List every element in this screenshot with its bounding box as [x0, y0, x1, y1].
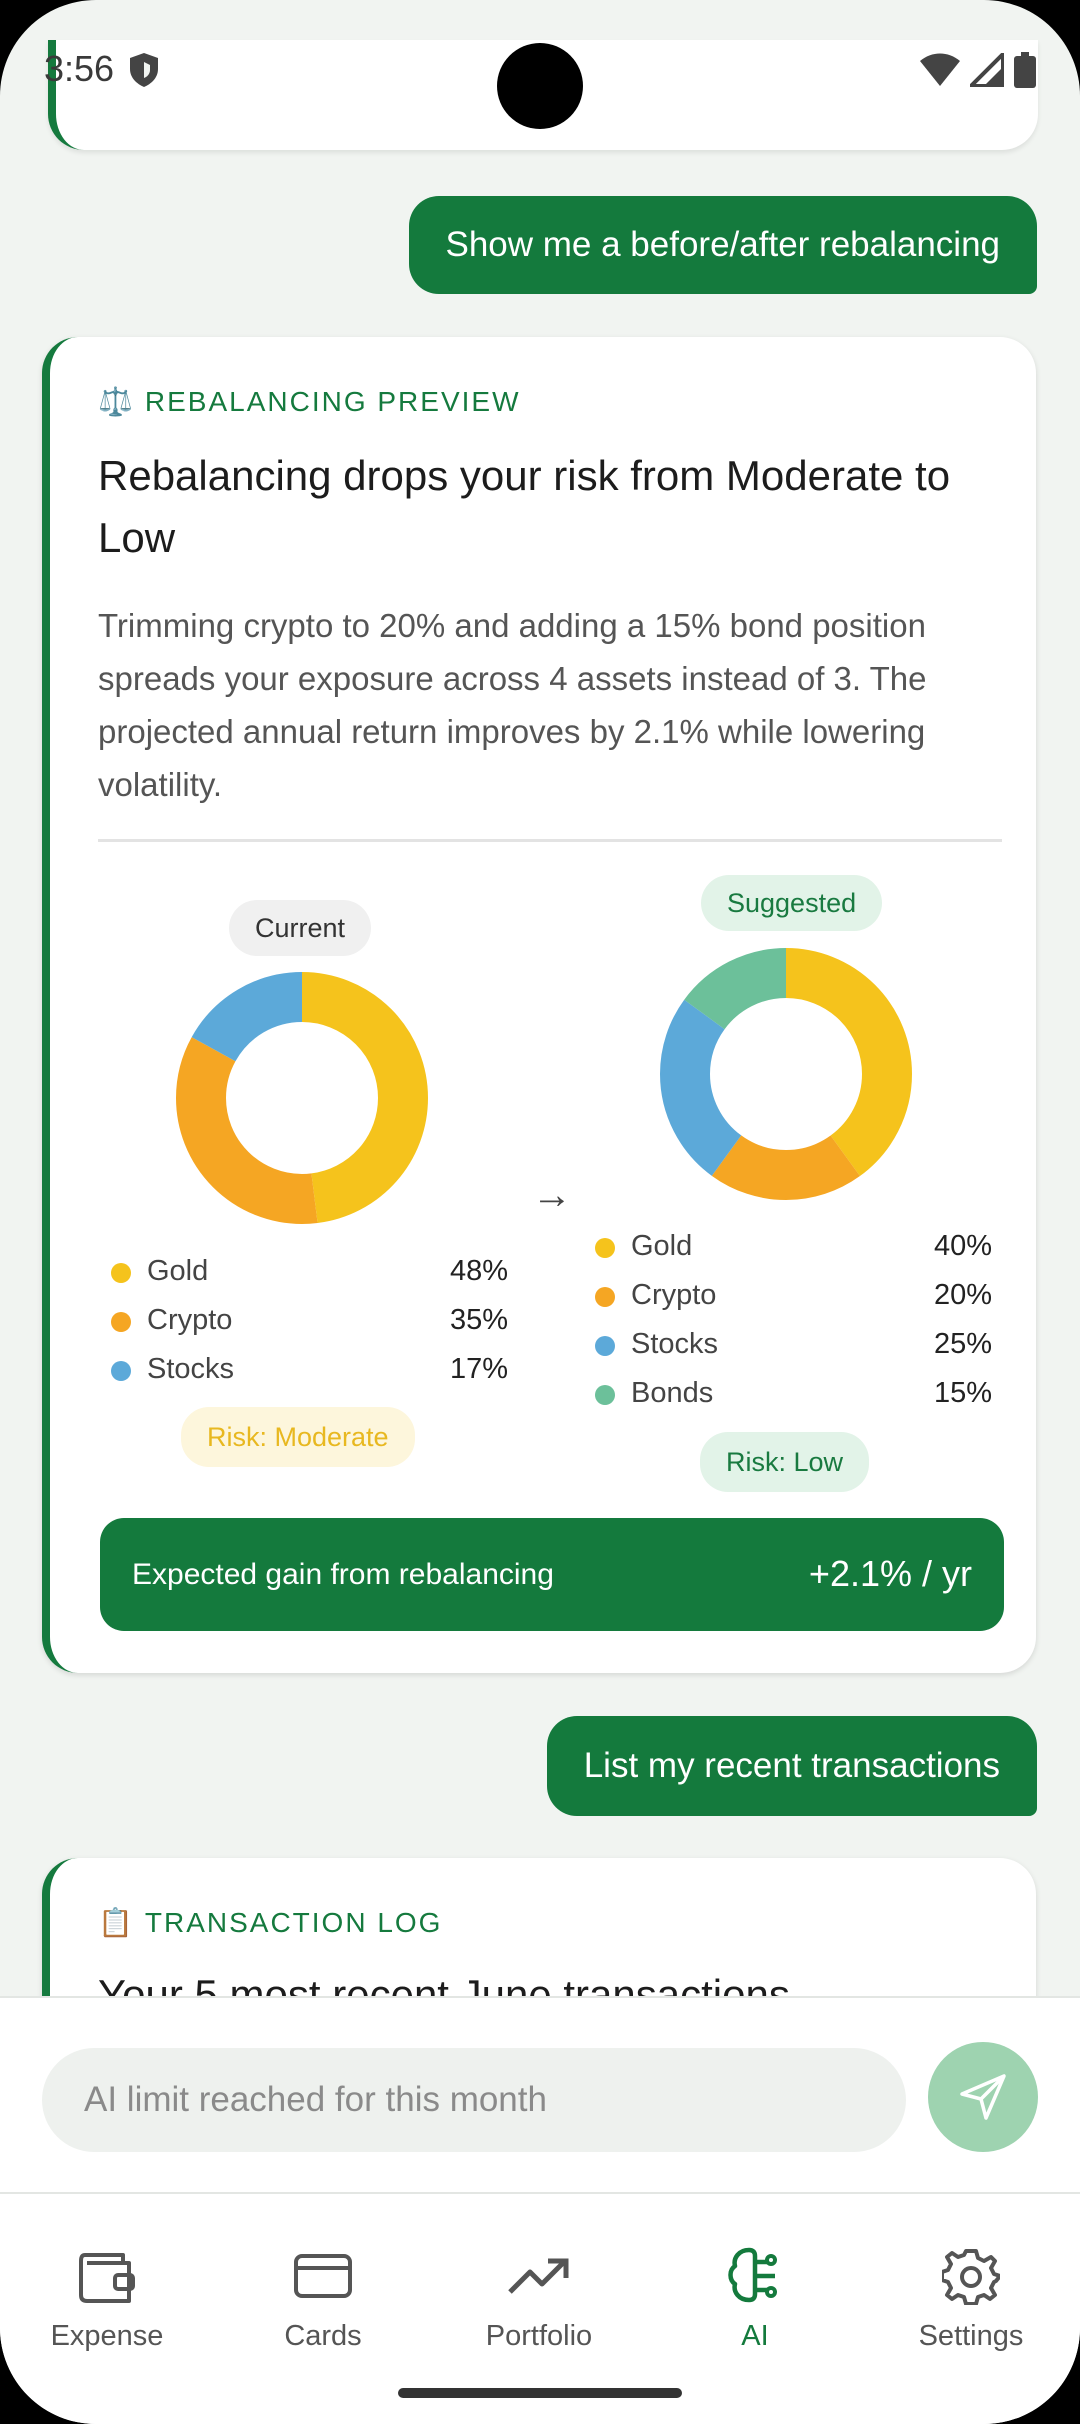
legend-value: 25% — [933, 1328, 992, 1360]
current-label: Current — [229, 900, 372, 956]
signal-icon — [970, 53, 1004, 87]
legend-value: 35% — [449, 1304, 508, 1336]
current-legend: Gold 48% Crypto 35% Stocks 17% — [103, 1247, 508, 1394]
battery-icon — [1014, 52, 1036, 88]
legend-row: Stocks 17% — [103, 1345, 508, 1394]
suggested-legend: Gold 40% Crypto 20% Stocks 25% Bonds 15% — [587, 1222, 992, 1418]
legend-name: Bonds — [631, 1377, 714, 1409]
gain-value: +2.1% / yr — [808, 1553, 972, 1594]
nav-label: AI — [741, 2320, 769, 2352]
gold-dot — [111, 1263, 131, 1283]
home-indicator[interactable] — [398, 2388, 682, 2398]
send-button[interactable] — [928, 2042, 1038, 2152]
card-kicker: ⚖️ REBALANCING PREVIEW — [98, 385, 521, 418]
card-kicker-label: REBALANCING PREVIEW — [144, 385, 521, 417]
status-bar: 3:56 — [0, 0, 1080, 140]
legend-value: 48% — [449, 1255, 508, 1287]
wallet-icon — [79, 2253, 135, 2303]
wifi-icon — [920, 53, 960, 86]
legend-name: Stocks — [147, 1353, 235, 1385]
nav-label: Portfolio — [485, 2320, 593, 2352]
nav-item-ai[interactable]: AI — [665, 2244, 845, 2353]
legend-name: Crypto — [147, 1304, 233, 1336]
gain-label: Expected gain from rebalancing — [132, 1558, 554, 1591]
risk-badge-suggested: Risk: Low — [700, 1432, 870, 1492]
card-body: Trimming crypto to 20% and adding a 15% … — [98, 607, 927, 803]
bonds-dot — [595, 1385, 615, 1405]
card-kicker: 📋 TRANSACTION LOG — [98, 1906, 442, 1939]
legend-row: Crypto 35% — [103, 1296, 508, 1345]
legend-name: Gold — [631, 1230, 693, 1262]
user-message: List my recent transactions — [546, 1716, 1037, 1816]
legend-row: Gold 40% — [587, 1222, 992, 1271]
current-donut-chart — [176, 972, 428, 1224]
user-message-text: List my recent transactions — [583, 1746, 1000, 1785]
legend-value: 40% — [933, 1230, 992, 1262]
user-message: Show me a before/after rebalancing — [408, 196, 1037, 294]
legend-value: 17% — [449, 1353, 508, 1385]
expected-gain-banner: Expected gain from rebalancing +2.1% / y… — [100, 1518, 1004, 1631]
brain-icon — [728, 2247, 777, 2303]
legend-row: Stocks 25% — [587, 1320, 992, 1369]
stocks-dot — [111, 1361, 131, 1381]
legend-value: 15% — [933, 1377, 992, 1409]
card-icon — [294, 2254, 352, 2298]
nav-item-settings[interactable]: Settings — [881, 2244, 1061, 2353]
card-title: Your 5 most recent June transactions — [98, 1971, 790, 1996]
message-input[interactable]: AI limit reached for this month — [42, 2048, 906, 2152]
send-icon — [960, 2074, 1006, 2120]
legend-row: Gold 48% — [103, 1247, 508, 1296]
card-title: Rebalancing drops your risk from Moderat… — [98, 452, 951, 561]
arrow-icon: → — [532, 1173, 572, 1217]
message-input-bar: AI limit reached for this month — [0, 1996, 1080, 2194]
stocks-dot — [595, 1336, 615, 1356]
nav-label: Expense — [50, 2320, 164, 2352]
status-icons — [920, 52, 1036, 88]
crypto-dot — [595, 1287, 615, 1307]
trending-up-icon — [508, 2258, 569, 2294]
chat-area[interactable]: Show me a before/after rebalancing ⚖️ RE… — [0, 0, 1080, 1996]
phone-screen: Show me a before/after rebalancing ⚖️ RE… — [0, 0, 1080, 2424]
gold-dot — [595, 1238, 615, 1258]
card-kicker-label: TRANSACTION LOG — [144, 1906, 443, 1938]
clipboard-icon: 📋 — [98, 1907, 135, 1938]
divider — [98, 839, 1002, 842]
crypto-dot — [111, 1312, 131, 1332]
user-message-text: Show me a before/after rebalancing — [445, 225, 1001, 264]
scales-icon: ⚖️ — [98, 386, 135, 417]
legend-name: Stocks — [631, 1328, 719, 1360]
nav-label: Settings — [918, 2320, 1024, 2352]
camera-cutout — [497, 43, 583, 129]
nav-item-portfolio[interactable]: Portfolio — [449, 2244, 629, 2353]
legend-row: Crypto 20% — [587, 1271, 992, 1320]
nav-item-cards[interactable]: Cards — [233, 2244, 413, 2353]
shield-icon — [130, 53, 158, 87]
nav-label: Cards — [284, 2320, 362, 2352]
transaction-log-card: 📋 TRANSACTION LOG Your 5 most recent Jun… — [42, 1858, 1036, 1996]
legend-value: 20% — [933, 1279, 992, 1311]
legend-name: Crypto — [631, 1279, 717, 1311]
suggested-donut-chart — [660, 948, 912, 1200]
status-time: 3:56 — [44, 48, 115, 89]
suggested-label: Suggested — [701, 875, 883, 931]
risk-badge-current: Risk: Moderate — [181, 1407, 415, 1467]
rebalancing-preview-card: ⚖️ REBALANCING PREVIEW Rebalancing drops… — [42, 337, 1036, 1673]
legend-row: Bonds 15% — [587, 1369, 992, 1418]
nav-item-expense[interactable]: Expense — [17, 2244, 197, 2353]
gear-icon — [942, 2249, 1000, 2305]
legend-name: Gold — [147, 1255, 209, 1287]
